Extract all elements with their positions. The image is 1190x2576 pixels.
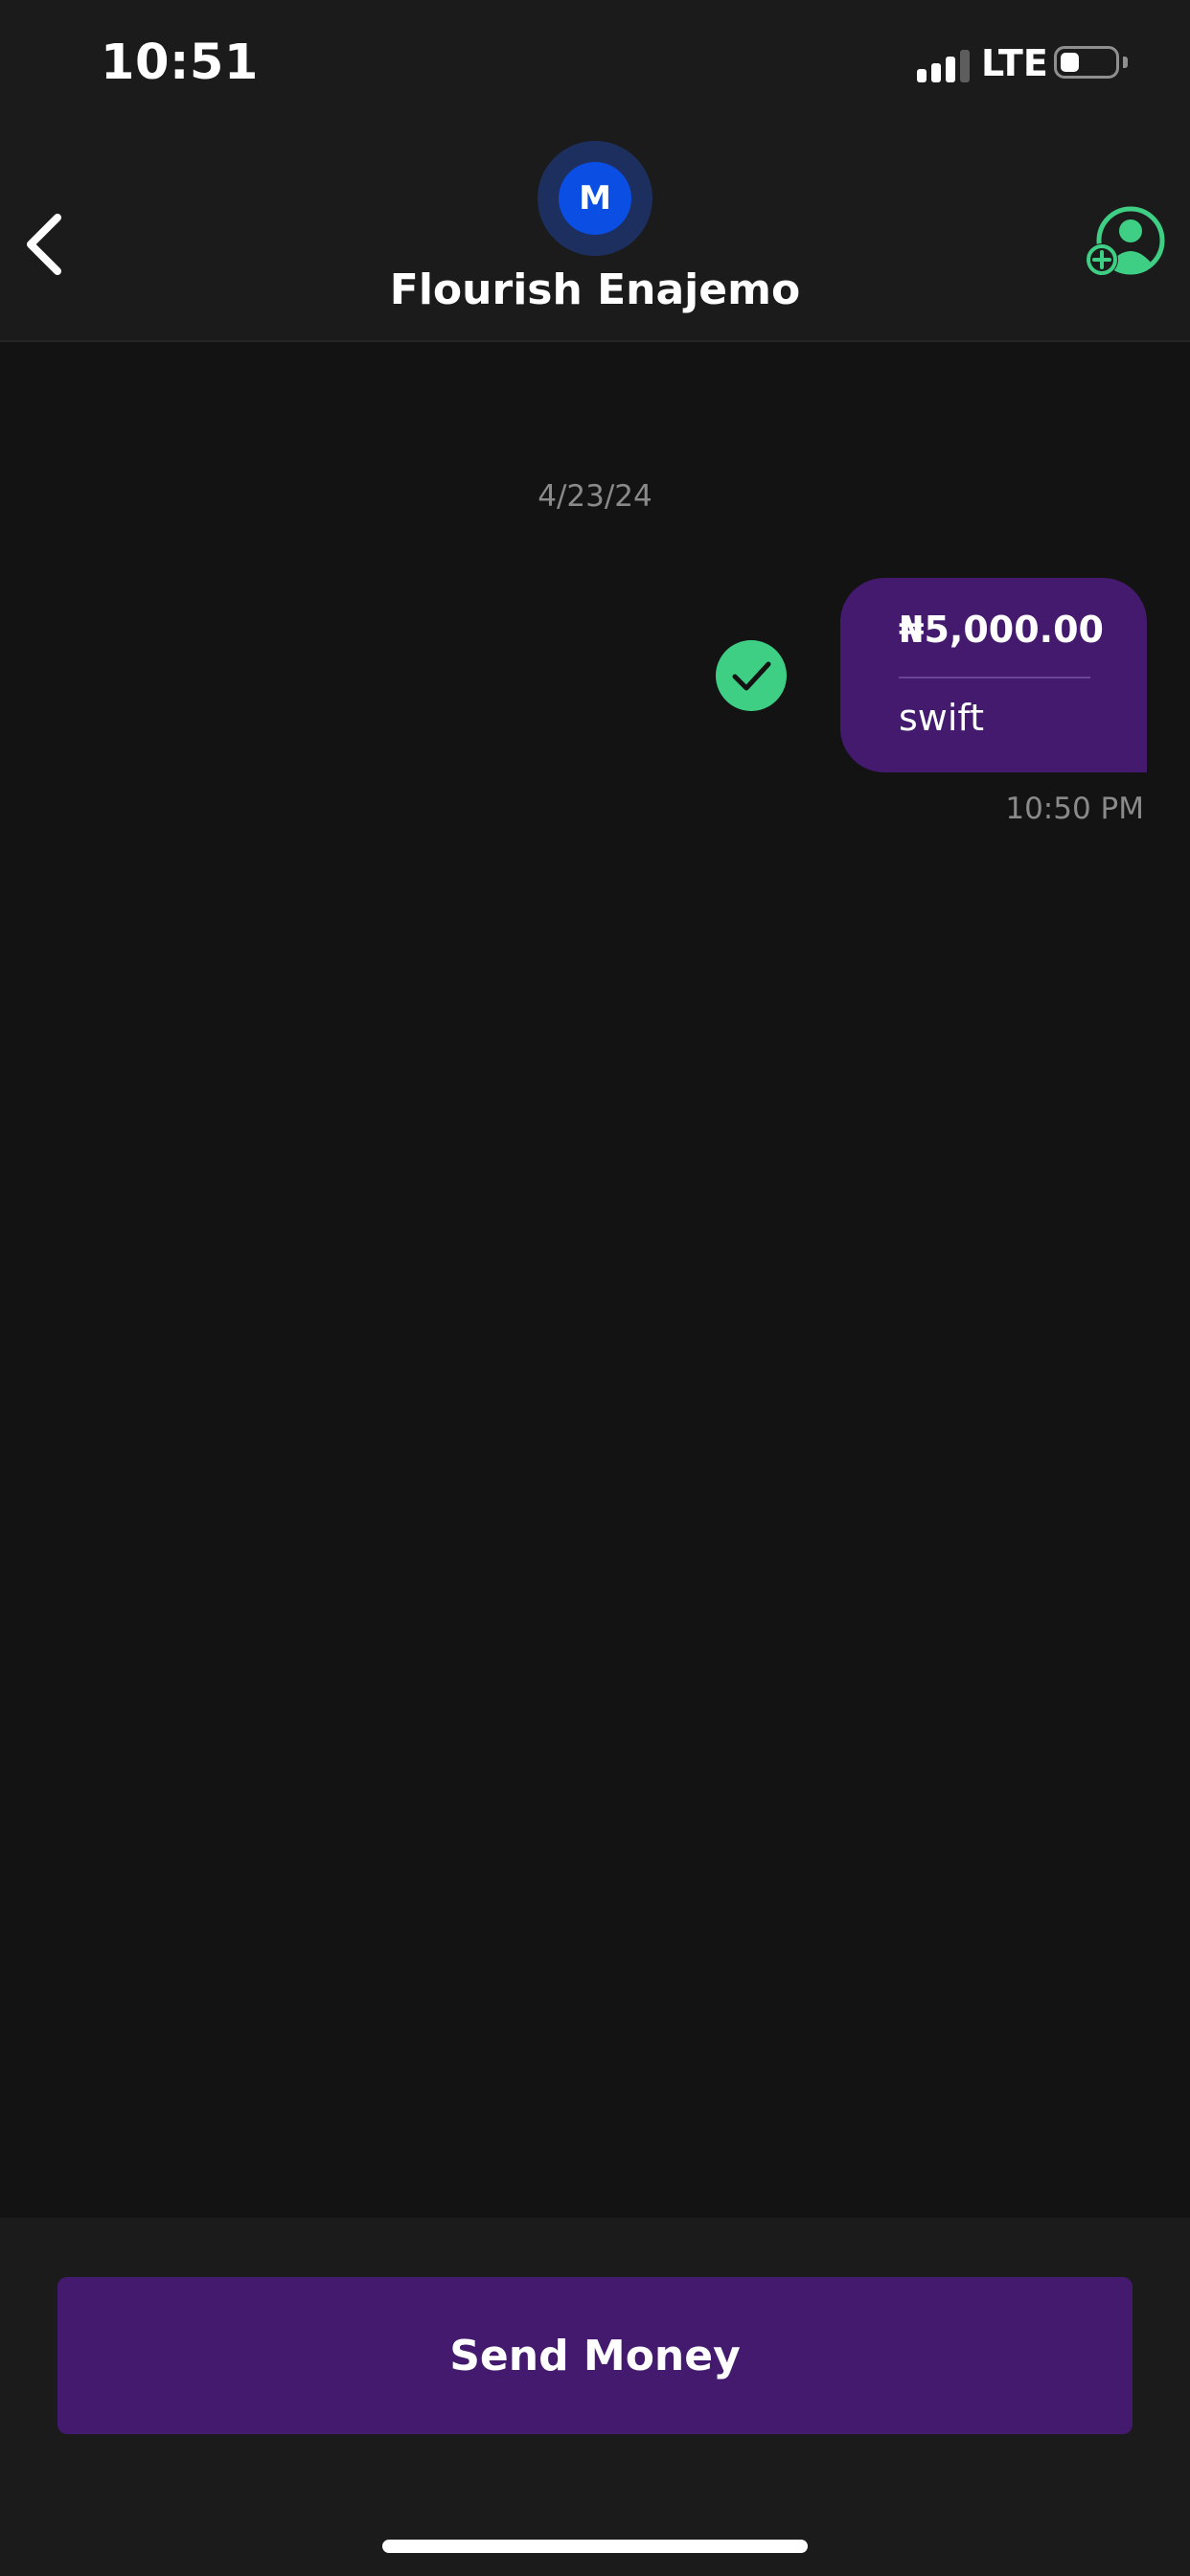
- transfer-note: swift: [899, 697, 985, 739]
- battery-level: [1061, 53, 1079, 72]
- status-time: 10:51: [101, 34, 259, 91]
- chat-screen: 10:51 LTE M Flourish Enajemo 4/23/24 ₦5,…: [0, 0, 1190, 2576]
- status-bar: 10:51 LTE: [0, 0, 1190, 129]
- battery-icon: [1054, 46, 1119, 79]
- transfer-message-bubble[interactable]: ₦5,000.00 swift: [840, 578, 1147, 772]
- send-money-button[interactable]: Send Money: [57, 2277, 1133, 2434]
- date-separator: 4/23/24: [538, 479, 652, 514]
- chat-header: M Flourish Enajemo: [0, 129, 1190, 342]
- transfer-amount: ₦5,000.00: [899, 609, 1104, 651]
- avatar-initial: M: [559, 162, 631, 235]
- bubble-divider: [899, 677, 1090, 678]
- add-user-icon[interactable]: [1085, 204, 1167, 281]
- check-icon: [716, 640, 787, 711]
- avatar: M: [538, 141, 652, 256]
- network-type: LTE: [981, 42, 1048, 84]
- footer: Send Money: [0, 2218, 1190, 2576]
- message-timestamp: 10:50 PM: [1005, 792, 1144, 826]
- signal-icon: [917, 50, 971, 82]
- battery-tip: [1123, 57, 1128, 68]
- contact-name: Flourish Enajemo: [389, 265, 801, 314]
- home-indicator[interactable]: [382, 2540, 808, 2553]
